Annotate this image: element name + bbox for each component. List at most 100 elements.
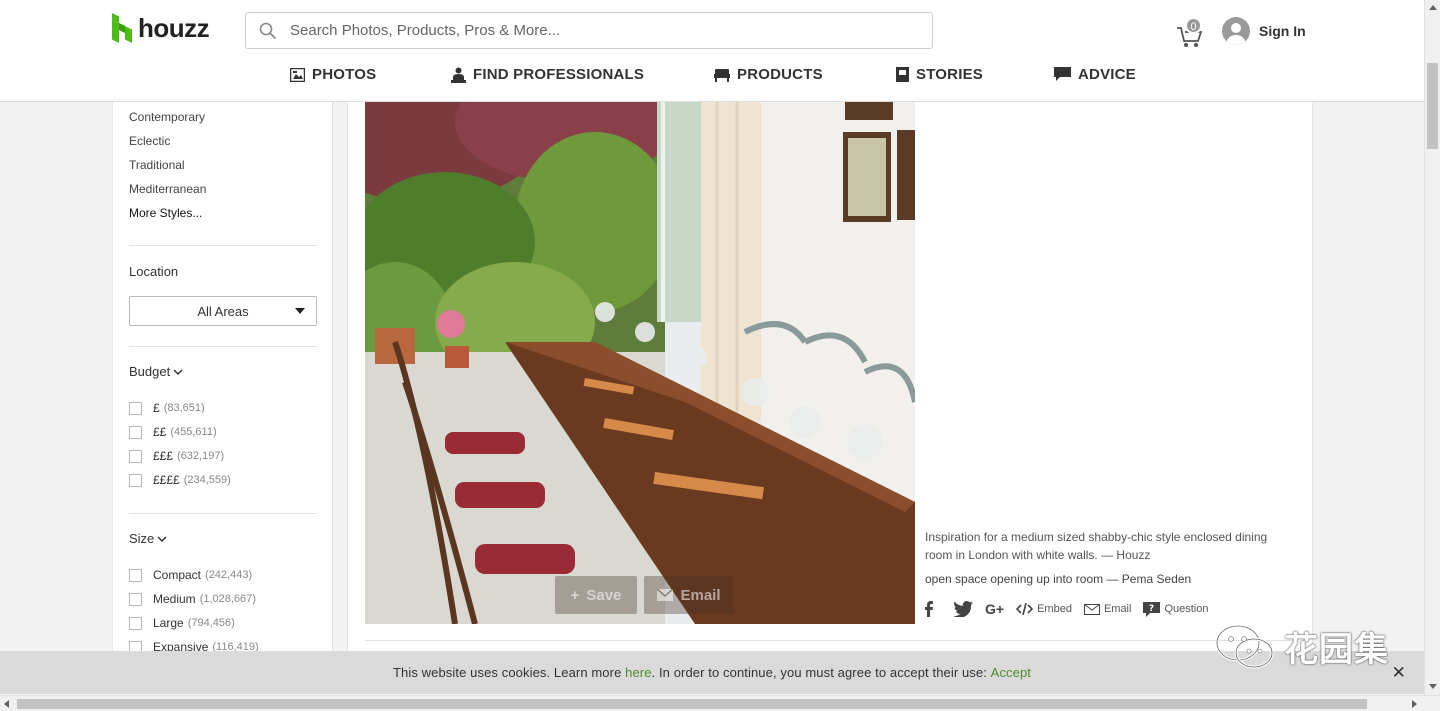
photo-detail-panel: + Save Email Inspiration for a medium si… — [347, 102, 1313, 662]
budget-option-count: (455,611) — [170, 426, 217, 438]
close-icon[interactable]: ✕ — [1392, 663, 1406, 683]
location-select[interactable]: All Areas — [129, 296, 317, 326]
facebook-icon[interactable] — [925, 601, 933, 617]
scroll-left-icon[interactable] — [4, 700, 9, 708]
budget-option-count: (234,559) — [183, 474, 231, 486]
photos-icon — [290, 67, 305, 82]
nav-photos[interactable]: PHOTOS — [290, 66, 376, 83]
sign-in-button[interactable]: Sign In — [1222, 17, 1306, 45]
scroll-down-icon[interactable] — [1429, 684, 1437, 689]
nav-products[interactable]: PRODUCTS — [714, 66, 823, 83]
email-share-button[interactable]: Email — [1083, 603, 1132, 615]
caret-down-icon — [295, 308, 305, 314]
email-share-label: Email — [1103, 603, 1132, 615]
dining-room-photo[interactable]: + Save Email — [365, 102, 915, 624]
nav-products-label: PRODUCTS — [737, 66, 823, 83]
location-select-value: All Areas — [197, 303, 249, 319]
checkbox[interactable] — [129, 473, 142, 487]
scroll-right-icon[interactable] — [1412, 700, 1417, 708]
watermark-text: 花园集 — [1284, 630, 1389, 670]
cookie-learn-more-link[interactable]: here — [625, 665, 651, 680]
size-option-label: Compact — [153, 568, 202, 582]
budget-option-label: ££££ — [153, 473, 180, 487]
budget-title-label: Budget — [129, 364, 171, 379]
budget-option-label: ££ — [153, 425, 167, 439]
sidebar-divider — [129, 513, 317, 514]
nav-advice[interactable]: ADVICE — [1054, 66, 1136, 83]
search-input[interactable] — [290, 22, 932, 39]
cookie-banner: This website uses cookies. Learn more he… — [0, 651, 1424, 694]
style-link-mediterranean[interactable]: Mediterranean — [129, 182, 206, 196]
size-option-label: Medium — [153, 592, 196, 606]
plus-icon: + — [570, 586, 580, 604]
products-icon — [714, 68, 730, 82]
size-option[interactable]: Medium (1,028,667) — [129, 592, 256, 606]
checkbox[interactable] — [129, 401, 142, 415]
vertical-scrollbar[interactable] — [1424, 0, 1440, 695]
size-option-count: (242,443) — [205, 569, 253, 581]
checkbox[interactable] — [129, 449, 142, 463]
embed-button[interactable]: Embed — [1016, 603, 1072, 615]
horizontal-scrollbar[interactable] — [0, 695, 1440, 711]
size-option-count: (794,456) — [187, 617, 235, 629]
chevron-down-icon — [157, 535, 167, 542]
budget-option-count: (632,197) — [177, 450, 225, 462]
question-icon: ? — [1143, 601, 1161, 617]
style-link-traditional[interactable]: Traditional — [129, 158, 185, 172]
nav-find-professionals[interactable]: FIND PROFESSIONALS — [451, 66, 644, 83]
style-link-eclectic[interactable]: Eclectic — [129, 134, 170, 148]
horizontal-scroll-thumb[interactable] — [17, 699, 1367, 709]
houzz-logo-icon — [112, 13, 132, 43]
more-styles-link[interactable]: More Styles... — [129, 206, 202, 220]
question-label: Question — [1164, 603, 1209, 615]
nav-find-professionals-label: FIND PROFESSIONALS — [473, 66, 645, 83]
size-option[interactable]: Compact (242,443) — [129, 568, 252, 582]
checkbox[interactable] — [129, 425, 142, 439]
size-title-label: Size — [129, 531, 155, 546]
nav-photos-label: PHOTOS — [312, 66, 377, 83]
budget-option-count: (83,651) — [163, 402, 205, 414]
advice-icon — [1054, 67, 1071, 81]
cart-count-badge: 0 — [1185, 17, 1202, 34]
twitter-icon[interactable] — [953, 601, 973, 617]
size-option[interactable]: Large (794,456) — [129, 616, 235, 630]
envelope-icon — [1083, 603, 1100, 615]
size-title[interactable]: Size — [129, 531, 167, 546]
question-button[interactable]: ? Question — [1143, 601, 1209, 617]
content-divider — [365, 640, 1295, 641]
nav-advice-label: ADVICE — [1078, 66, 1136, 83]
scroll-up-icon[interactable] — [1429, 5, 1437, 10]
svg-text:?: ? — [1149, 604, 1154, 614]
cookie-text: This website uses cookies. Learn more — [392, 665, 626, 680]
budget-option-label: £ — [153, 401, 160, 415]
chevron-down-icon — [173, 368, 183, 375]
checkbox[interactable] — [129, 616, 142, 630]
wechat-watermark: 花园集 — [1214, 622, 1389, 671]
google-plus-icon[interactable]: G+ — [985, 601, 1004, 617]
cookie-accept-link[interactable]: Accept — [991, 665, 1031, 680]
budget-option[interactable]: ££ (455,611) — [129, 425, 217, 439]
cart-button[interactable]: 0 — [1176, 17, 1206, 47]
budget-option[interactable]: £££ (632,197) — [129, 449, 224, 463]
search-bar[interactable] — [245, 12, 933, 49]
email-photo-label: Email — [680, 586, 721, 604]
avatar-icon — [1222, 17, 1250, 45]
search-icon — [246, 22, 290, 40]
budget-title[interactable]: Budget — [129, 364, 183, 379]
dining-room-image — [365, 102, 915, 624]
budget-option[interactable]: ££££ (234,559) — [129, 473, 231, 487]
save-photo-label: Save — [586, 586, 622, 604]
vertical-scroll-thumb[interactable] — [1427, 63, 1438, 149]
site-header: houzz 0 Sign In PHOTOS FIND PROFESSIONAL… — [0, 0, 1424, 102]
embed-label: Embed — [1037, 603, 1072, 615]
style-link-contemporary[interactable]: Contemporary — [129, 110, 205, 124]
houzz-logo[interactable]: houzz — [112, 12, 210, 44]
budget-option[interactable]: £ (83,651) — [129, 401, 205, 415]
envelope-icon — [657, 589, 674, 601]
email-photo-button[interactable]: Email — [644, 576, 734, 614]
nav-stories[interactable]: STORIES — [896, 66, 983, 83]
save-photo-button[interactable]: + Save — [555, 576, 637, 614]
photo-caption: Inspiration for a medium sized shabby-ch… — [925, 530, 1268, 562]
checkbox[interactable] — [129, 568, 142, 582]
checkbox[interactable] — [129, 592, 142, 606]
